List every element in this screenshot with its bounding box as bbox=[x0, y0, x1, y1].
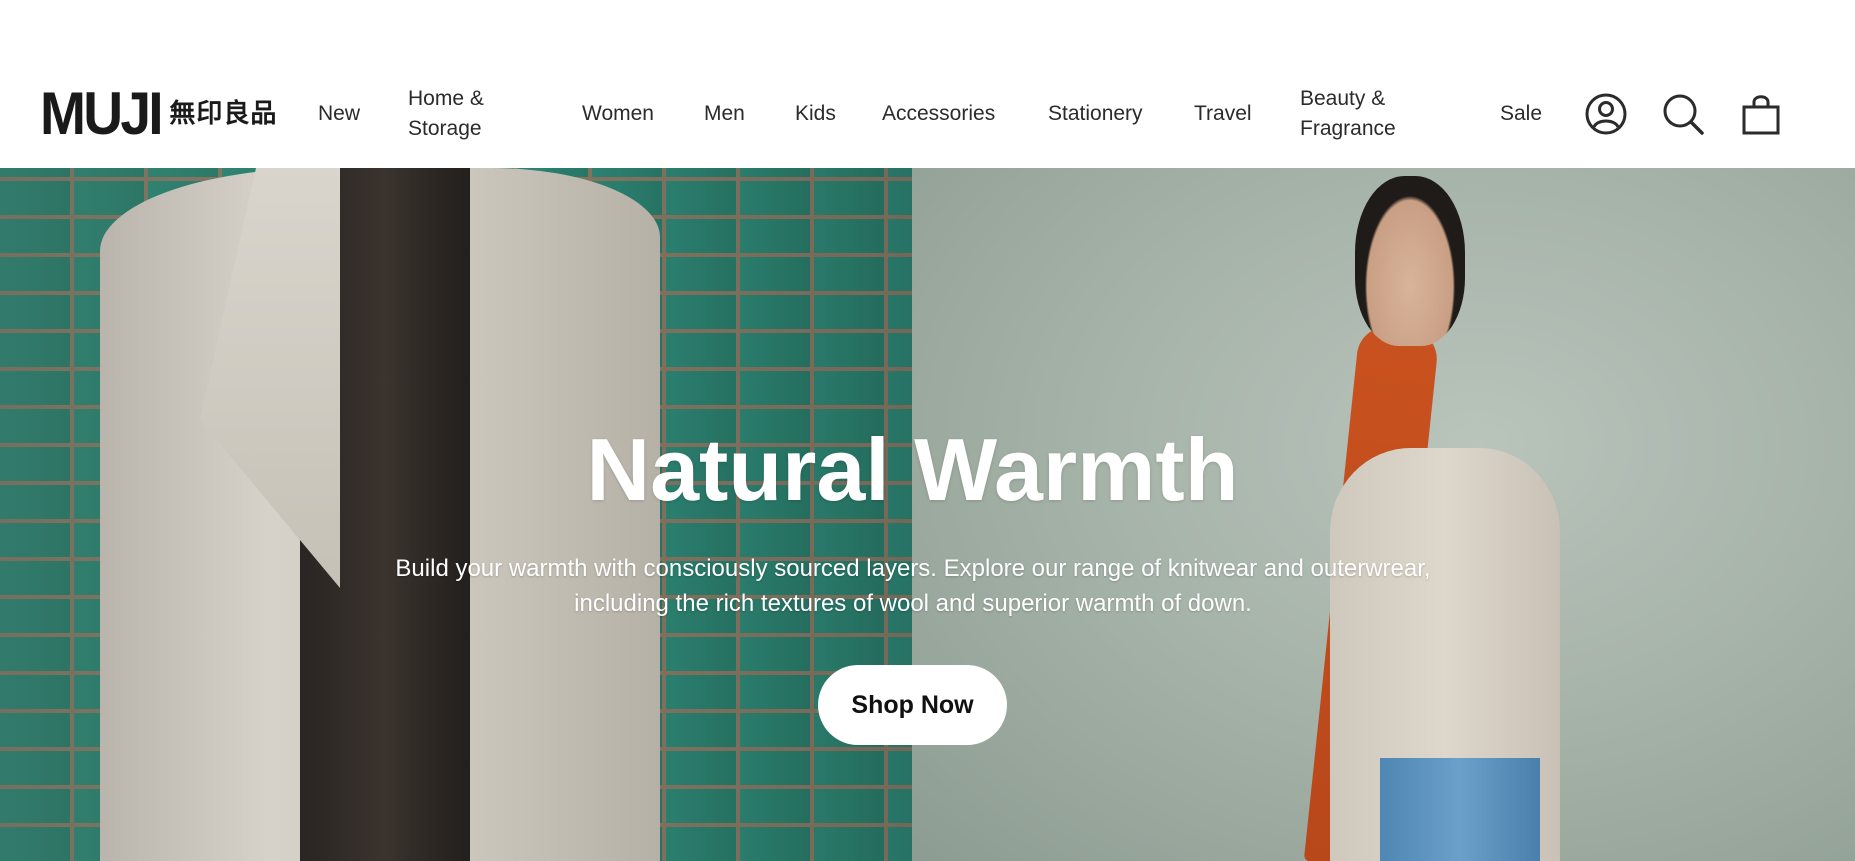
hero-title: Natural Warmth bbox=[586, 420, 1239, 519]
hero-subtitle: Build your warmth with consciously sourc… bbox=[395, 555, 1431, 617]
bag-icon-svg bbox=[1742, 95, 1780, 135]
nav-item-stationery[interactable]: Stationery bbox=[1048, 99, 1143, 129]
muji-logo[interactable]: MUJI 無印良品 bbox=[40, 80, 278, 147]
bag-icon[interactable] bbox=[1737, 90, 1785, 138]
search-icon[interactable] bbox=[1659, 90, 1707, 138]
site-header: MUJI 無印良品 New Home & Storage Women Men K… bbox=[0, 60, 1855, 168]
nav-item-accessories[interactable]: Accessories bbox=[882, 99, 995, 129]
shop-now-button[interactable]: Shop Now bbox=[818, 665, 1007, 745]
hero-content: Natural Warmth Build your warmth with co… bbox=[0, 168, 1855, 861]
top-bar bbox=[0, 0, 1855, 60]
search-icon-svg bbox=[1663, 94, 1704, 135]
nav-item-beauty-fragrance[interactable]: Beauty & Fragrance bbox=[1300, 84, 1420, 144]
nav-item-men[interactable]: Men bbox=[704, 99, 745, 129]
account-icon[interactable] bbox=[1582, 90, 1630, 138]
nav-item-kids[interactable]: Kids bbox=[795, 99, 836, 129]
account-icon-svg bbox=[1585, 93, 1627, 135]
nav-item-home-storage[interactable]: Home & Storage bbox=[408, 84, 518, 144]
logo-wordmark: MUJI bbox=[40, 80, 164, 147]
nav-item-travel[interactable]: Travel bbox=[1194, 99, 1252, 129]
nav-item-sale[interactable]: Sale bbox=[1500, 99, 1542, 129]
logo-kanji: 無印良品 bbox=[169, 99, 278, 129]
nav-item-women[interactable]: Women bbox=[582, 99, 654, 129]
hero-banner: Natural Warmth Build your warmth with co… bbox=[0, 168, 1855, 861]
nav-item-new[interactable]: New bbox=[318, 99, 360, 129]
